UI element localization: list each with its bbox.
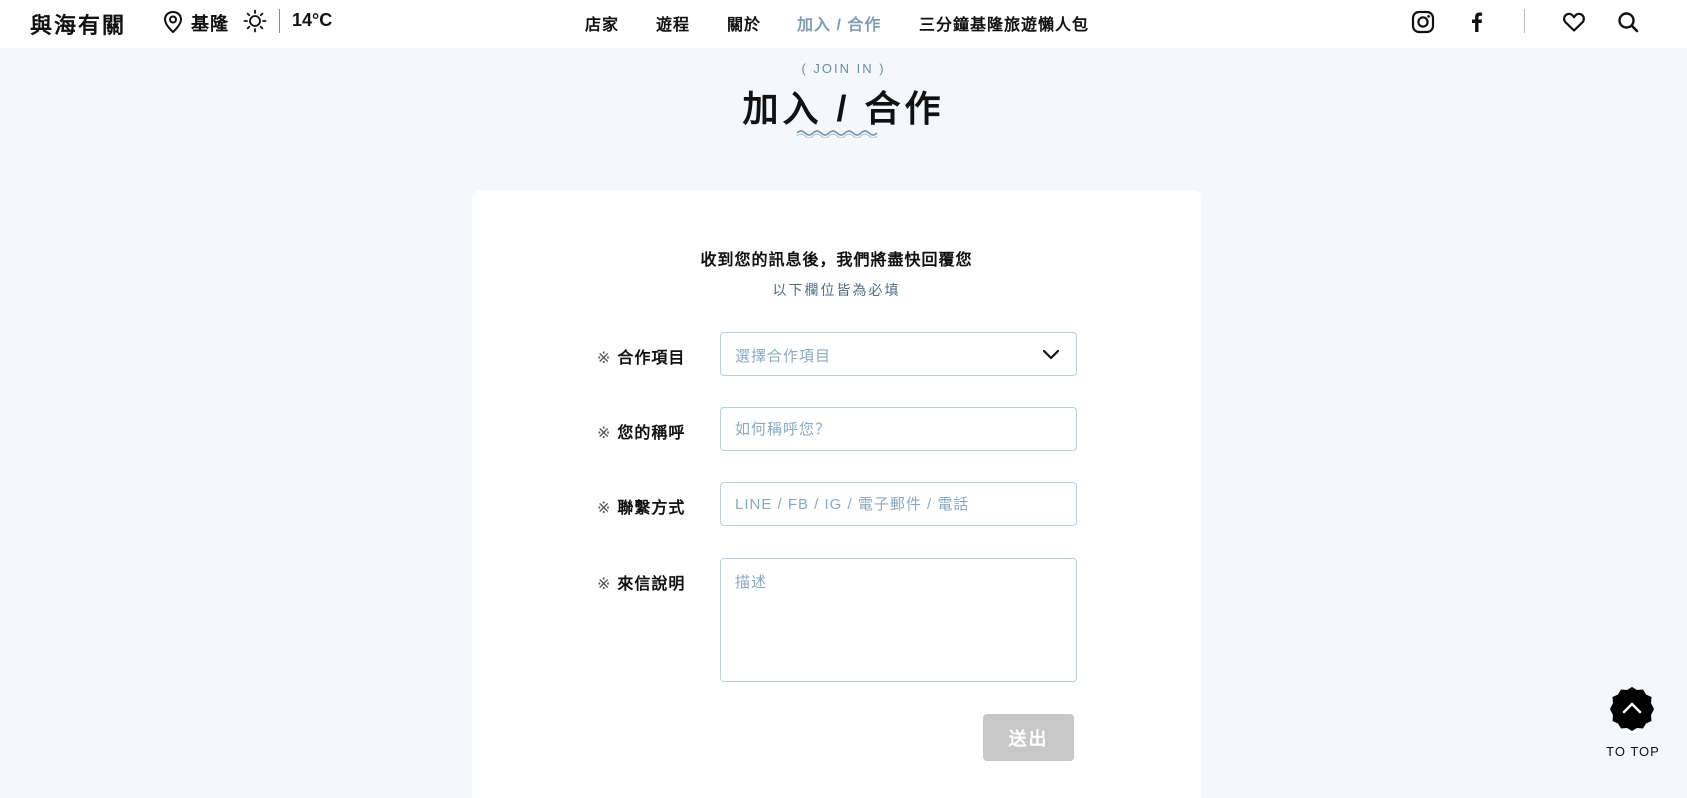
required-mark: ※ [597,425,612,442]
search-icon[interactable] [1615,9,1641,35]
weather-divider [279,9,280,33]
select-placeholder: 選擇合作項目 [735,348,832,365]
instagram-icon[interactable] [1410,9,1436,35]
header-divider [1524,9,1525,33]
field-label-contact: ※ 聯繫方式 [597,500,686,517]
nav-travel-guide[interactable]: 三分鐘基隆旅遊懶人包 [919,11,1089,35]
name-input[interactable] [720,407,1077,451]
field-label-message: ※ 來信說明 [597,576,686,593]
required-mark: ※ [597,350,612,367]
to-top-button[interactable] [1609,686,1655,732]
site-logo[interactable]: 與海有關 [30,8,126,40]
form-subheading: 以下欄位皆為必填 [772,282,901,298]
current-city: 基隆 [191,14,229,34]
map-pin-icon [163,10,183,34]
nav-tours[interactable]: 遊程 [656,11,690,35]
cooperation-type-select[interactable]: 選擇合作項目 [720,332,1077,376]
site-header: 與海有關 基隆 14°C 店家 遊程 關於 加入 / 合作 三分鐘基隆旅遊懶人包 [0,0,1687,48]
to-top-label[interactable]: TO TOP [1595,744,1671,759]
temperature: 14°C [292,10,333,30]
field-label-cooperation-type: ※ 合作項目 [597,350,686,367]
field-label-name: ※ 您的稱呼 [597,425,686,442]
nav-stores[interactable]: 店家 [585,11,619,35]
chevron-down-icon [1042,349,1060,360]
join-form-card: 收到您的訊息後，我們將盡快回覆您 以下欄位皆為必填 ※ 合作項目 選擇合作項目 ※… [472,190,1201,798]
sun-icon [243,9,267,33]
heart-icon[interactable] [1561,9,1587,35]
wave-divider-icon [796,130,878,138]
contact-input[interactable] [720,482,1077,526]
facebook-icon[interactable] [1464,9,1490,35]
required-mark: ※ [597,576,612,593]
form-heading: 收到您的訊息後，我們將盡快回覆您 [700,252,973,269]
page-eyebrow: ( JOIN IN ) [801,61,886,76]
nav-about[interactable]: 關於 [727,11,761,35]
submit-button[interactable]: 送出 [983,714,1074,761]
required-mark: ※ [597,500,612,517]
nav-join[interactable]: 加入 / 合作 [797,11,881,35]
message-textarea[interactable] [720,558,1077,682]
page-title: 加入 / 合作 [742,88,945,129]
